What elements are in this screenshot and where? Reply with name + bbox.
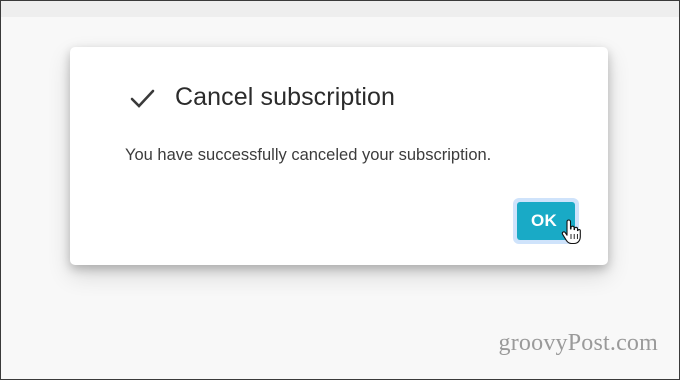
background-strip <box>1 1 679 17</box>
dialog-message: You have successfully canceled your subs… <box>125 146 492 164</box>
dialog-title: Cancel subscription <box>175 83 396 111</box>
watermark: groovyPost.com <box>498 330 658 356</box>
ok-button-label: OK <box>530 211 558 230</box>
dialog-header: Cancel subscription <box>128 83 395 112</box>
cancel-subscription-dialog: Cancel subscription You have successfull… <box>70 47 608 265</box>
hand-pointer-icon <box>561 219 581 245</box>
check-icon <box>130 89 155 108</box>
